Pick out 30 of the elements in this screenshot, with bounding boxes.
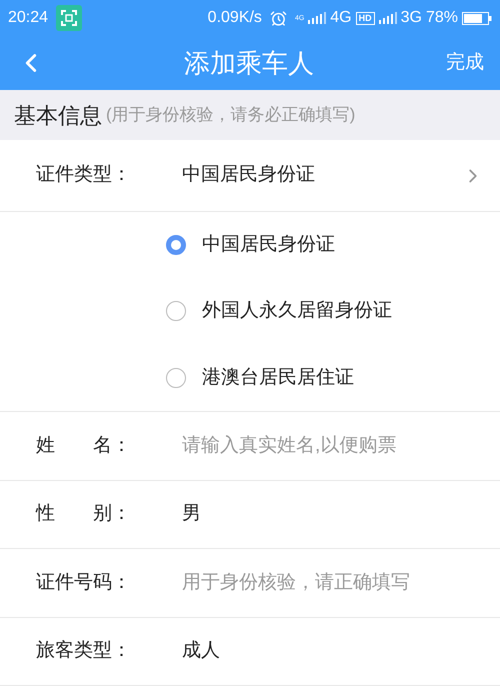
field-label: 姓 名： (36, 434, 132, 458)
network-type: 3G (400, 8, 422, 28)
radio-button[interactable] (166, 368, 186, 388)
field-value: 成人 (182, 639, 220, 663)
radio-option[interactable]: 中国居民身份证 (166, 212, 500, 278)
field-label: 证件类型： (36, 163, 132, 188)
network-speed: 0.09K/s (208, 8, 262, 28)
field-label: 性 别： (36, 502, 132, 526)
hd-badge: HD (356, 12, 375, 24)
field-label: 证件号码： (36, 570, 132, 594)
signal-icon (378, 12, 397, 24)
text-field[interactable]: 请输入真实姓名,以便购票 (182, 432, 484, 460)
battery-icon (462, 12, 492, 24)
signal-icon (308, 12, 326, 24)
page-title: 添加乘车人 (184, 46, 314, 80)
section-title: 基本信息 (14, 102, 102, 130)
radio-button[interactable] (166, 235, 186, 256)
alarm-icon (270, 10, 287, 26)
section-note: (用于身份核验，请务必正确填写) (106, 104, 356, 126)
battery-percent: 78% (426, 8, 458, 28)
field-value: 男 (182, 502, 201, 526)
radio-button[interactable] (166, 301, 186, 322)
clock-time: 20:24 (8, 8, 48, 28)
id-type-select[interactable]: 中国居民身份证 (182, 161, 462, 190)
scan-icon (56, 5, 82, 31)
field-label: 旅客类型： (36, 639, 132, 663)
network-type: 4G (330, 8, 352, 28)
text-field[interactable]: 用于身份核验，请正确填写 (182, 568, 484, 597)
radio-option[interactable]: 外国人永久居留身份证 (166, 278, 500, 345)
radio-option[interactable]: 港澳台居民居住证 (166, 344, 500, 411)
